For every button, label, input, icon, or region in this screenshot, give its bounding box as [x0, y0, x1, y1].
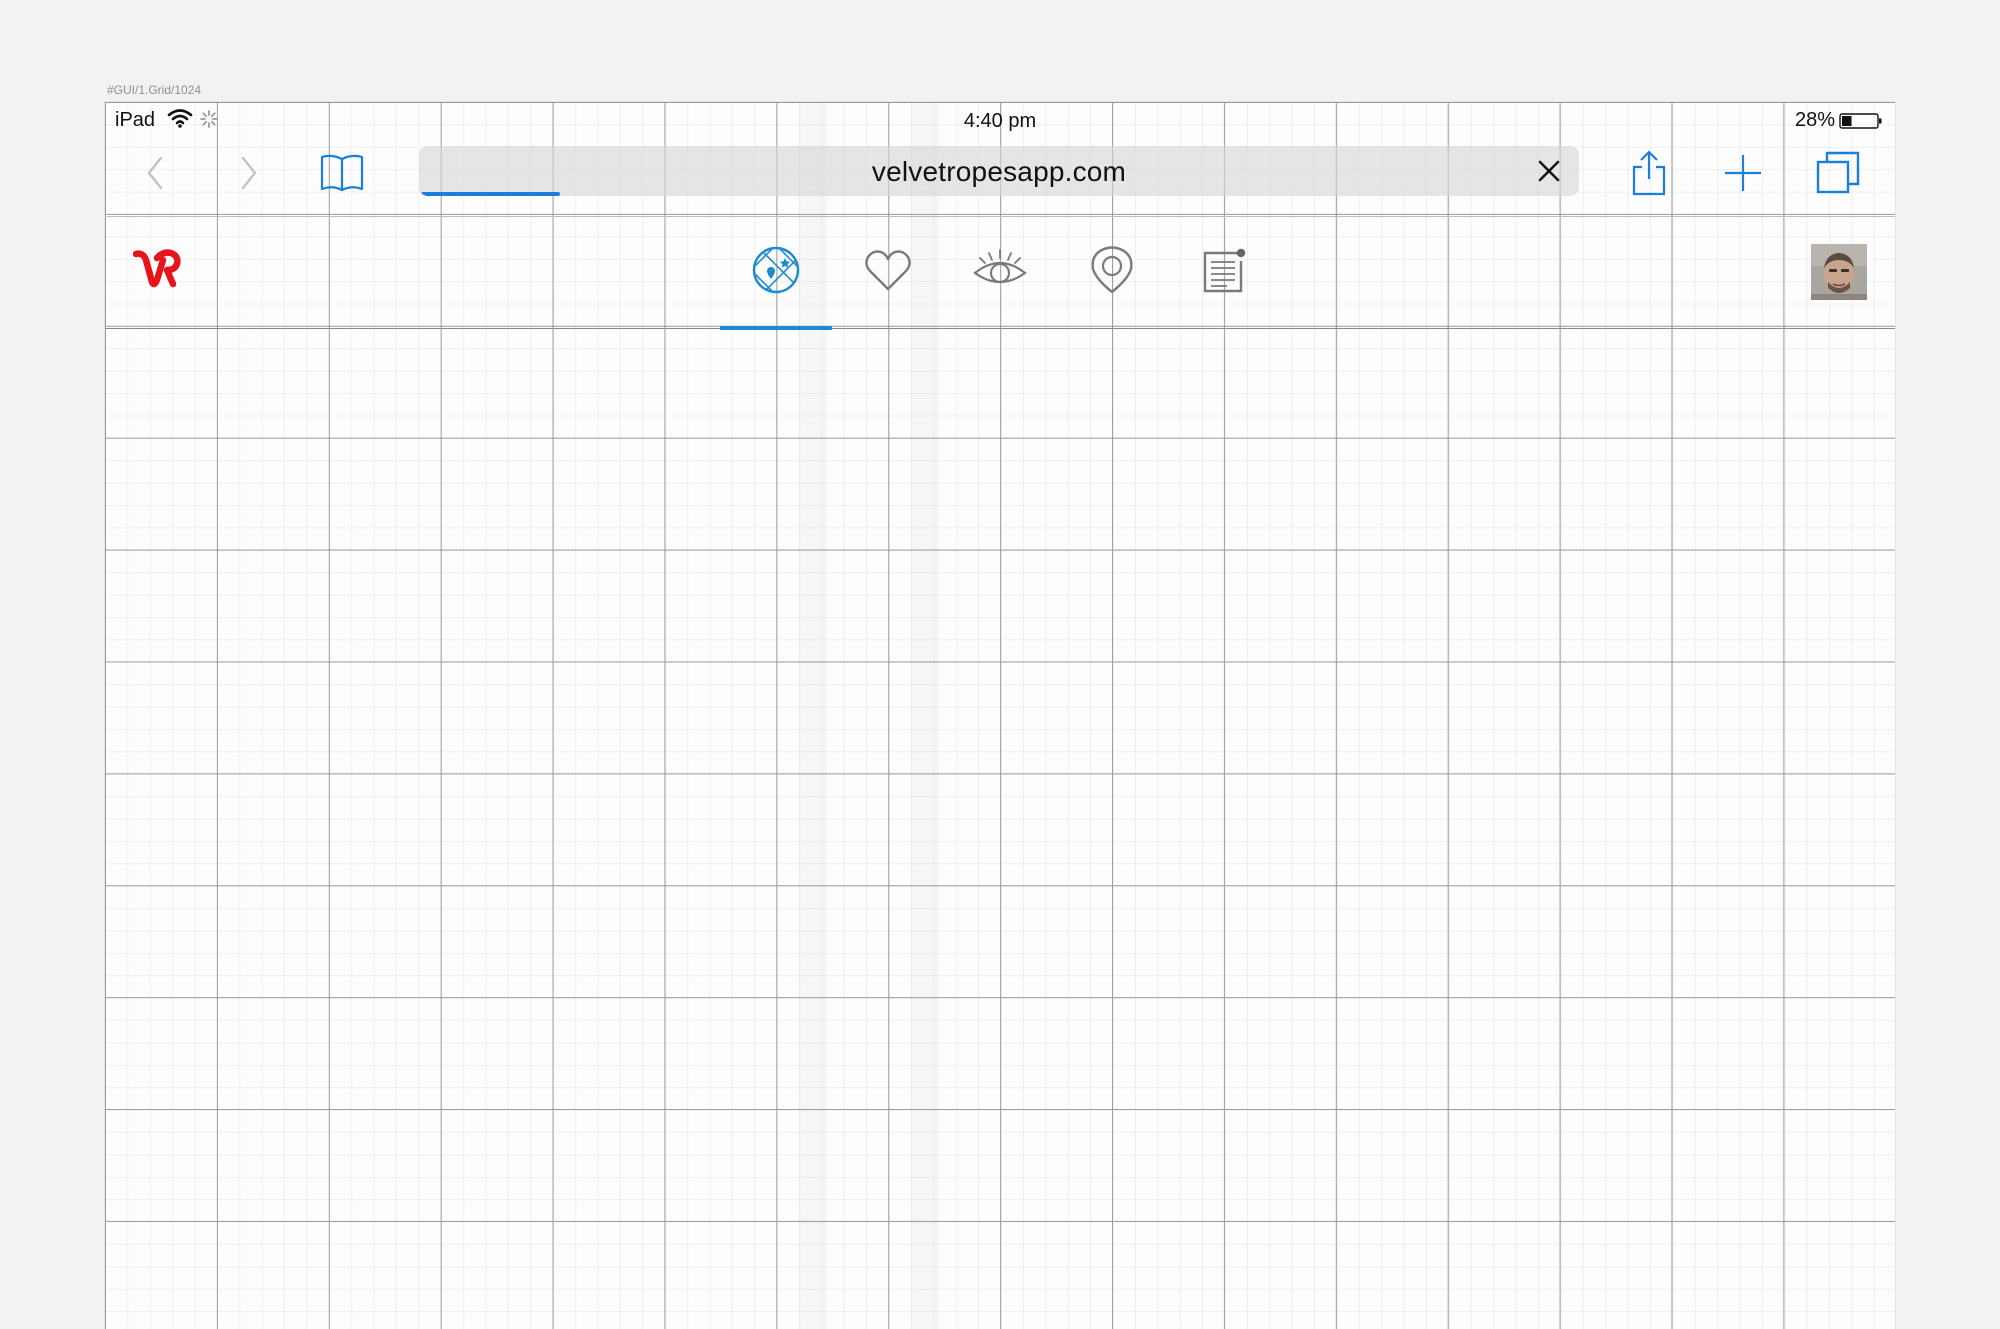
heart-icon: [863, 247, 913, 298]
velvet-ropes-logo[interactable]: [132, 246, 183, 292]
tab-notes[interactable]: [1196, 244, 1252, 300]
address-bar[interactable]: velvetropesapp.com: [419, 146, 1579, 196]
url-text[interactable]: velvetropesapp.com: [419, 156, 1579, 188]
tab-explore[interactable]: [748, 244, 804, 300]
app-header: [105, 216, 1895, 330]
tab-locations[interactable]: [1084, 244, 1140, 300]
forward-icon[interactable]: [221, 146, 275, 200]
eye-icon: [972, 247, 1028, 298]
status-time: 4:40 pm: [963, 110, 1037, 132]
new-tab-icon[interactable]: [1716, 146, 1770, 200]
tab-watching[interactable]: [972, 244, 1028, 300]
page-load-progress-bar: [421, 192, 561, 196]
back-icon[interactable]: [129, 146, 183, 200]
active-tab-indicator: [720, 326, 832, 330]
explore-map-icon: [751, 245, 801, 300]
notes-icon: [1199, 245, 1249, 300]
frame-label: #GUI/1.Grid/1024: [107, 83, 202, 97]
share-icon[interactable]: [1622, 146, 1676, 200]
tab-favorites[interactable]: [860, 244, 916, 300]
ipad-screen: iPad 4:40 pm 28% velvetropesapp.com: [105, 102, 1895, 1329]
browser-toolbar: velvetropesapp.com: [105, 138, 1895, 217]
battery-icon: [1839, 112, 1883, 130]
location-pin-icon: [1089, 245, 1135, 300]
avatar[interactable]: [1811, 244, 1867, 300]
bookmarks-icon[interactable]: [315, 146, 369, 200]
clear-icon[interactable]: [1527, 149, 1571, 193]
status-bar: iPad 4:40 pm 28%: [105, 102, 1895, 138]
tabs-icon[interactable]: [1811, 146, 1865, 200]
battery-percentage: 28%: [1794, 109, 1835, 131]
